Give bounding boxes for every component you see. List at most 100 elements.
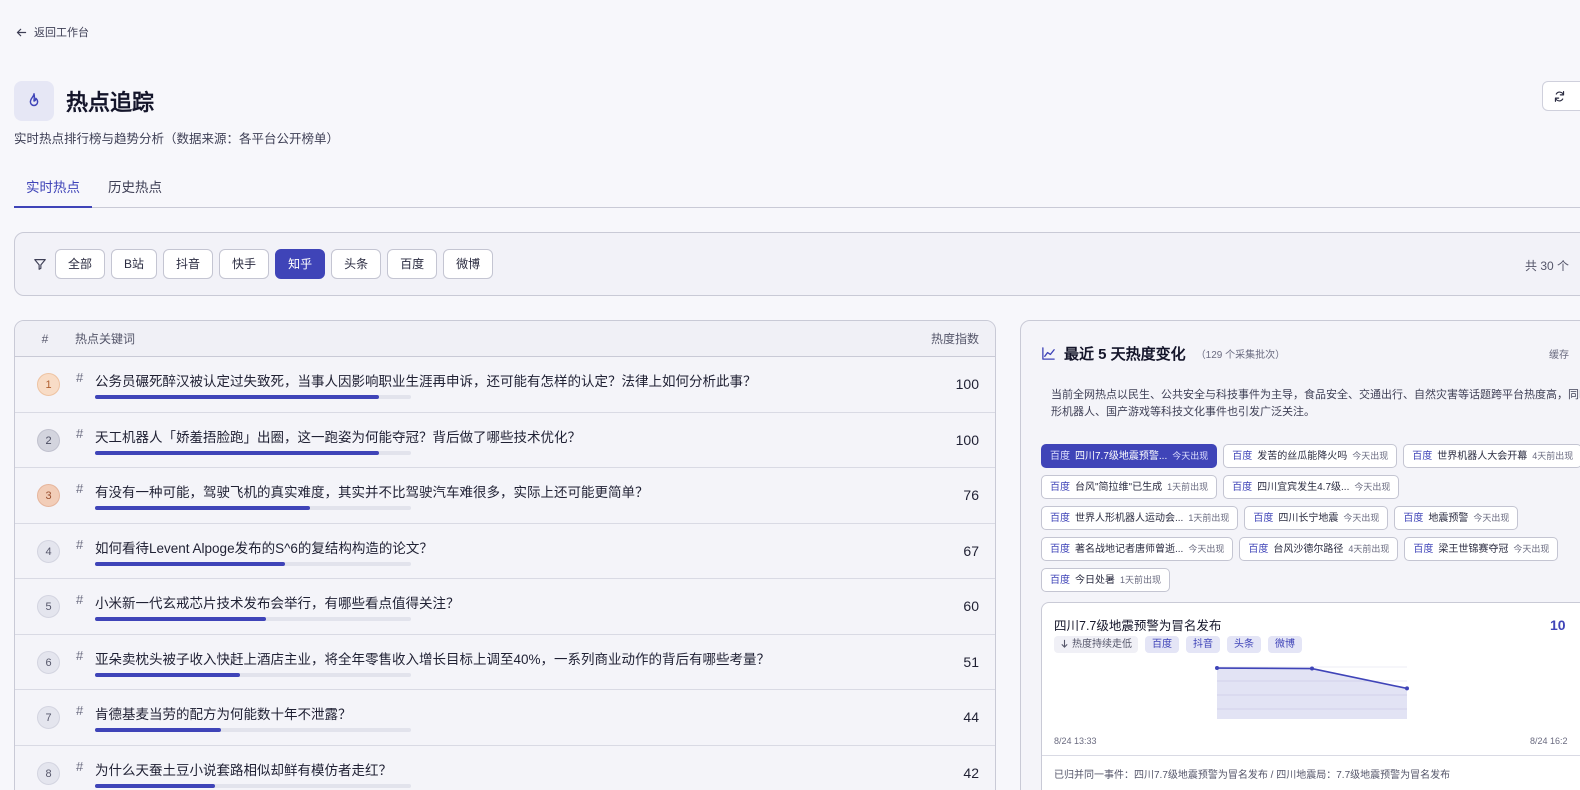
filter-chip-weibo[interactable]: 微博 (443, 249, 494, 279)
hot-list-row[interactable]: 7 # 肯德基麦当劳的配方为何能数十年不泄露？ 44 (15, 690, 995, 746)
hot-list-row[interactable]: 4 # 如何看待Levent Alpoge发布的S^6的复结构构造的论文？ 67 (15, 524, 995, 579)
event-tag[interactable]: 百度 台风"简拉维"已生成 1天前出现 (1041, 475, 1218, 499)
flame-icon (29, 93, 39, 107)
chart-area (1217, 668, 1407, 719)
event-tag[interactable]: 百度 世界机器人大会开幕 4天前出现 (1403, 444, 1580, 468)
event-tag-source: 百度 (1412, 451, 1433, 462)
merged-event-note: 已归并同一事件：四川7.7级地震预警为冒名发布 / 四川地震局：7.7级地震预警… (1042, 755, 1580, 790)
tab-history[interactable]: 历史热点 (96, 170, 174, 208)
filter-chip-douyin[interactable]: 抖音 (163, 249, 214, 279)
event-tag-row: 百度 世界人形机器人运动会... 1天前出现 百度 四川长宁地震 今天出现 百度 地震预警 今天… (1041, 506, 1580, 530)
filter-chip-kuaishou[interactable]: 快手 (219, 249, 270, 279)
hot-list-row[interactable]: 2 # 天工机器人「娇羞捂脸跑」出圈，这一跑姿为何能夺冠？背后做了哪些技术优化？ 10… (15, 413, 995, 468)
hot-list-row[interactable]: 3 # 有没有一种可能，驾驶飞机的真实难度，其实并不比驾驶汽车难很多，实际上还可能更… (15, 468, 995, 524)
hot-keyword[interactable]: 肯德基麦当劳的配方为何能数十年不泄露？ (95, 703, 352, 723)
event-tag-row: 百度 今日处暑 1天前出现 (1041, 568, 1580, 592)
chart-point (1215, 666, 1219, 671)
filter-chip-all[interactable]: 全部 (55, 249, 106, 279)
platform-badge-toutiao: 头条 (1227, 636, 1261, 653)
hot-list-row[interactable]: 6 # 亚朵卖枕头被子收入快赶上酒店主业，将全年零售收入增长目标上调至40%，一系列… (15, 635, 995, 690)
heat-index: 100 (955, 431, 979, 448)
back-to-workbench-link[interactable]: 返回工作台 (15, 24, 89, 40)
trend-batch-count: （129 个采集批次） (1195, 350, 1286, 361)
hot-list-row[interactable]: 8 # 为什么天蚕土豆小说套路相似却鲜有模仿者走红？ 42 (15, 746, 995, 790)
hashtag-icon: # (76, 647, 84, 663)
hot-keyword[interactable]: 为什么天蚕土豆小说套路相似却鲜有模仿者走红？ (95, 759, 392, 779)
heat-index: 60 (963, 598, 979, 614)
rank-badge: 2 (37, 428, 60, 452)
heat-index: 42 (963, 764, 979, 781)
filter-chip-baidu[interactable]: 百度 (387, 249, 438, 279)
event-tag[interactable]: 百度 发苦的丝瓜能降火吗 今天出现 (1223, 444, 1398, 468)
rank-badge: 5 (37, 595, 60, 618)
arrow-down-icon (1061, 639, 1068, 648)
event-tag[interactable]: 百度 四川宜宾发生4.7级... 今天出现 (1223, 475, 1400, 499)
event-tag[interactable]: 百度 世界人形机器人运动会... 1天前出现 (1041, 506, 1239, 530)
heat-bar-fill (95, 617, 266, 621)
event-tag[interactable]: 百度 著名战地记者唐师曾逝... 今天出现 (1041, 537, 1234, 561)
hot-keyword[interactable]: 公务员碾死醉汉被认定过失致死，当事人因影响职业生涯再申诉，还可能有怎样的认定？法… (95, 370, 757, 390)
hot-list-panel: # 热点关键词 热度指数 1 # 公务员碾死醉汉被认定过失致死，当事人因影响职业生涯… (14, 320, 996, 790)
event-tag-time: 今天出现 (1172, 451, 1209, 461)
chart-point (1310, 666, 1314, 671)
event-tag[interactable]: 百度 今日处暑 1天前出现 (1041, 568, 1171, 592)
refresh-button[interactable] (1542, 81, 1580, 111)
event-tag-time: 1天前出现 (1188, 513, 1230, 523)
heat-bar-fill (95, 783, 216, 788)
filter-chip-zhihu[interactable]: 知乎 (275, 249, 326, 279)
hot-keyword[interactable]: 亚朵卖枕头被子收入快赶上酒店主业，将全年零售收入增长目标上调至40%，一系列商业… (95, 648, 770, 668)
event-tag-source: 百度 (1050, 482, 1070, 493)
platform-badge-baidu: 百度 (1145, 636, 1179, 653)
hot-keyword[interactable]: 天工机器人「娇羞捂脸跑」出圈，这一跑姿为何能夺冠？背后做了哪些技术优化？ (95, 426, 581, 446)
hashtag-icon: # (76, 703, 84, 718)
hot-keyword[interactable]: 小米新一代玄戒芯片技术发布会举行，有哪些看点值得关注？ (95, 592, 460, 612)
platform-filter-bar: 全部 B站 抖音 快手 知乎 头条 百度 微博 共 30 个 (14, 232, 1580, 296)
event-tag-time: 4天前出现 (1348, 544, 1390, 554)
hot-list-row[interactable]: 5 # 小米新一代玄戒芯片技术发布会举行，有哪些看点值得关注？ 60 (15, 579, 995, 635)
heat-index: 51 (963, 653, 979, 670)
page-header: 热点追踪 (14, 81, 154, 121)
event-tag-source: 百度 (1050, 575, 1070, 586)
event-tag-name: 世界机器人大会开幕 (1437, 451, 1528, 462)
event-tag-row: 百度 著名战地记者唐师曾逝... 今天出现 百度 台风沙德尔路径 4天前出现 百度 梁王世锦赛… (1041, 537, 1580, 561)
event-tag-source: 百度 (1403, 513, 1424, 524)
event-tag-row: 百度 四川7.7级地震预警... 今天出现 百度 发苦的丝瓜能降火吗 今天出现 百度 世界机器… (1041, 444, 1580, 468)
platform-badge-weibo: 微博 (1268, 636, 1302, 653)
heat-bar (95, 506, 411, 510)
chart-x-end: 8/24 16:2 (1530, 736, 1568, 746)
event-tag[interactable]: 百度 四川长宁地震 今天出现 (1244, 506, 1389, 530)
trend-title: 最近 5 天热度变化 (1064, 346, 1186, 363)
heat-bar-fill (95, 450, 380, 455)
event-tag-time: 今天出现 (1354, 482, 1391, 492)
hashtag-icon: # (76, 536, 84, 552)
trend-summary: 当前全网热点以民生、公共安全与科技事件为主导，食品安全、交通出行、自然灾害等话题… (1051, 389, 1580, 418)
hashtag-icon: # (76, 592, 84, 607)
hashtag-icon: # (76, 758, 84, 774)
event-tag[interactable]: 百度 四川7.7级地震预警... 今天出现 (1041, 444, 1218, 468)
event-tag-time: 今天出现 (1188, 544, 1225, 554)
chart-x-start: 8/24 13:33 (1054, 736, 1097, 746)
event-tag-source: 百度 (1413, 544, 1434, 555)
hot-list-row[interactable]: 1 # 公务员碾死醉汉被认定过失致死，当事人因影响职业生涯再申诉，还可能有怎样的认定… (15, 357, 995, 413)
hot-list-rows: 1 # 公务员碾死醉汉被认定过失致死，当事人因影响职业生涯再申诉，还可能有怎样的认定… (15, 357, 995, 790)
tab-realtime[interactable]: 实时热点 (14, 170, 92, 208)
rank-badge: 3 (37, 484, 60, 507)
event-tag[interactable]: 百度 台风沙德尔路径 4天前出现 (1239, 537, 1399, 561)
hashtag-icon: # (76, 370, 84, 385)
filter-chip-bilibili[interactable]: B站 (111, 249, 158, 279)
event-tag[interactable]: 百度 地震预警 今天出现 (1394, 506, 1519, 530)
trend-header: 最近 5 天热度变化 （129 个采集批次） (1041, 343, 1285, 364)
hot-keyword[interactable]: 有没有一种可能，驾驶飞机的真实难度，其实并不比驾驶汽车难很多，实际上还可能更简单… (95, 481, 649, 501)
heat-bar-fill (95, 395, 380, 399)
event-tag-source: 百度 (1232, 482, 1253, 493)
event-tag-name: 台风"简拉维"已生成 (1075, 482, 1163, 493)
event-tag[interactable]: 百度 梁王世锦赛夺冠 今天出现 (1404, 537, 1559, 561)
heat-bar (95, 672, 411, 677)
hot-keyword[interactable]: 如何看待Levent Alpoge发布的S^6的复结构构造的论文？ (95, 537, 433, 557)
event-tag-time: 今天出现 (1473, 513, 1510, 523)
filter-chip-toutiao[interactable]: 头条 (331, 249, 382, 279)
event-tag-time: 1天前出现 (1167, 482, 1209, 492)
chart-point (1405, 686, 1409, 691)
event-tag-name: 梁王世锦赛夺冠 (1438, 544, 1509, 555)
event-tag-time: 今天出现 (1343, 513, 1380, 523)
